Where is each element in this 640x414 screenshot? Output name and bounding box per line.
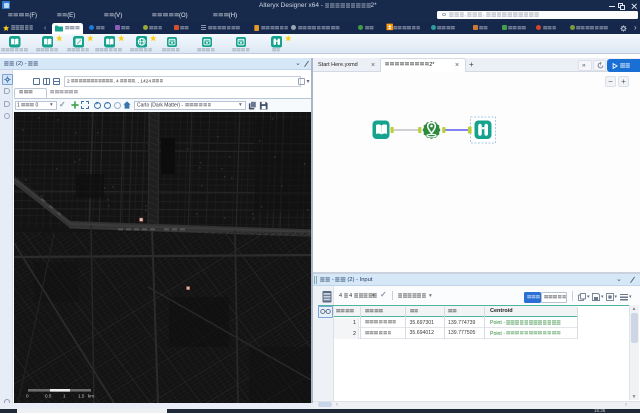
svg-text:0: 0 — [26, 393, 29, 398]
svg-text:km: km — [88, 393, 94, 398]
svg-text:1.5: 1.5 — [78, 393, 85, 398]
svg-text:1: 1 — [63, 393, 66, 398]
svg-text:0.5: 0.5 — [45, 393, 52, 398]
